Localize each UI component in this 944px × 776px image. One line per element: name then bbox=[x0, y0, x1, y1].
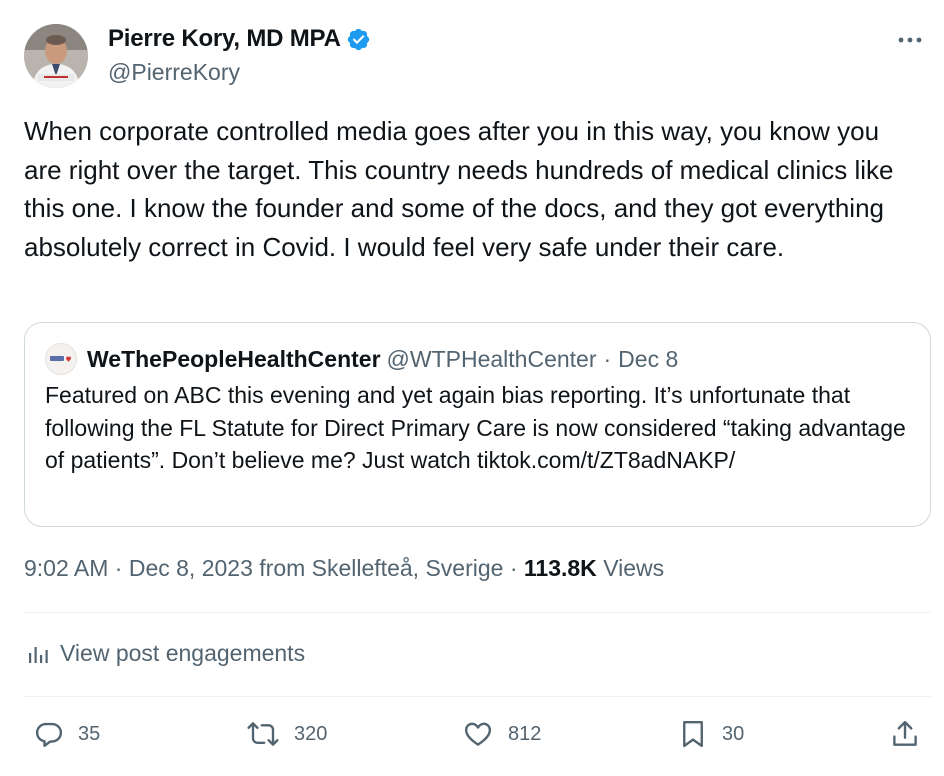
reply-count: 35 bbox=[78, 722, 101, 745]
reply-icon bbox=[35, 722, 63, 747]
tweet-text: When corporate controlled media goes aft… bbox=[24, 116, 894, 262]
share-icon bbox=[893, 720, 917, 746]
meta-separator: · bbox=[114, 555, 123, 581]
like-count: 812 bbox=[508, 722, 542, 745]
repost-button[interactable]: 320 bbox=[246, 712, 327, 756]
bookmark-button[interactable]: 30 bbox=[678, 712, 744, 756]
quoted-tweet-header: WeThePeopleHealthCenter @WTPHealthCenter… bbox=[45, 343, 678, 375]
repost-count: 320 bbox=[294, 722, 328, 745]
divider bbox=[24, 696, 931, 697]
views-label: Views bbox=[603, 555, 665, 581]
quoted-author-name: WeThePeopleHealthCenter bbox=[87, 345, 381, 372]
reply-button[interactable]: 35 bbox=[34, 712, 100, 756]
view-engagements-button[interactable]: View post engagements bbox=[26, 640, 305, 667]
views-count: 113.8K bbox=[523, 555, 597, 581]
quoted-separator: · bbox=[603, 345, 612, 372]
like-button[interactable]: 812 bbox=[462, 712, 541, 756]
tweet-date-location[interactable]: Dec 8, 2023 from Skellefteå, Sverige bbox=[129, 555, 504, 581]
quoted-date: Dec 8 bbox=[618, 345, 679, 372]
view-engagements-label: View post engagements bbox=[60, 640, 306, 666]
author-handle[interactable]: @PierreKory bbox=[108, 59, 240, 86]
tweet-detail: Pierre Kory, MD MPA @PierreKory When cor… bbox=[0, 0, 944, 776]
quoted-author-avatar bbox=[45, 343, 77, 375]
author-name[interactable]: Pierre Kory, MD MPA bbox=[108, 25, 341, 53]
meta-separator: · bbox=[509, 555, 518, 581]
repost-icon bbox=[247, 722, 279, 746]
bookmark-icon bbox=[683, 720, 703, 748]
tweet-time[interactable]: 9:02 AM bbox=[24, 555, 108, 581]
author-name-row: Pierre Kory, MD MPA bbox=[108, 25, 371, 53]
quoted-tweet[interactable]: WeThePeopleHealthCenter @WTPHealthCenter… bbox=[24, 322, 931, 527]
analytics-icon bbox=[29, 646, 48, 663]
tweet-meta: 9:02 AM · Dec 8, 2023 from Skellefteå, S… bbox=[24, 555, 664, 582]
verified-badge-icon[interactable] bbox=[346, 27, 371, 52]
quoted-author-handle: @WTPHealthCenter bbox=[386, 345, 597, 372]
heart-icon bbox=[464, 722, 492, 746]
author-avatar-image bbox=[24, 24, 88, 88]
share-button[interactable] bbox=[890, 712, 920, 756]
author-avatar[interactable] bbox=[24, 24, 88, 88]
bookmark-count: 30 bbox=[722, 722, 745, 745]
quoted-tweet-text: Featured on ABC this evening and yet aga… bbox=[45, 382, 906, 473]
more-icon[interactable] bbox=[894, 24, 926, 56]
divider bbox=[24, 612, 931, 613]
action-bar: 35 320 812 30 bbox=[24, 712, 931, 756]
